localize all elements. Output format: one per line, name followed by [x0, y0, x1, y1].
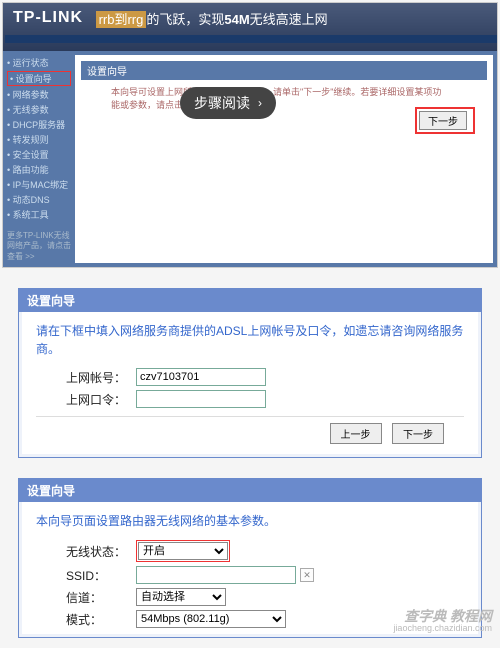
sidebar-item[interactable]: • 设置向导 — [7, 71, 71, 86]
channel-select[interactable]: 自动选择 — [136, 588, 226, 606]
wireless-state-label: 无线状态： — [66, 543, 136, 560]
banner: TP-LINK rrb到rrg的飞跃，实现54M无线高速上网 — [3, 3, 497, 51]
sidebar-item[interactable]: • 动态DNS — [7, 192, 71, 207]
step-read-overlay[interactable]: 步骤阅读 › — [180, 87, 276, 119]
ssid-label: SSID： — [66, 567, 136, 584]
sidebar-item[interactable]: • 路由功能 — [7, 162, 71, 177]
clear-icon[interactable]: ✕ — [300, 568, 314, 582]
adsl-wizard-panel: 设置向导 请在下框中填入网络服务商提供的ADSL上网帐号及口令，如遗忘请咨询网络… — [18, 288, 482, 458]
logo: TP-LINK — [5, 5, 91, 31]
wizard-title: 设置向导 — [81, 61, 487, 80]
sidebar-item[interactable]: • 系统工具 — [7, 207, 71, 222]
router-admin-panel: TP-LINK rrb到rrg的飞跃，实现54M无线高速上网 • 运行状态• 设… — [2, 2, 498, 268]
wizard-pane: 设置向导 本向导可设置上网所需的基本网络参数，请单击"下一步"继续。若要详细设置… — [75, 55, 493, 263]
overlay-text: 步骤阅读 — [194, 93, 250, 113]
wireless-state-highlight: 开启 — [136, 540, 230, 562]
next-button[interactable]: 下一步 — [392, 423, 444, 444]
ssid-input[interactable] — [136, 566, 296, 584]
sidebar-footer[interactable]: 更多TP-LINK无线网络产品，请点击查看 >> — [7, 230, 71, 263]
account-input[interactable] — [136, 368, 266, 386]
watermark-baidu: Baidu 经验jingyan.baidu.com — [419, 237, 487, 259]
panel2-desc: 请在下框中填入网络服务商提供的ADSL上网帐号及口令，如遗忘请咨询网络服务商。 — [36, 322, 464, 358]
sidebar-item[interactable]: • 无线参数 — [7, 102, 71, 117]
chevron-right-icon: › — [258, 96, 262, 110]
channel-label: 信道： — [66, 589, 136, 606]
form-row: 上网帐号： — [66, 368, 464, 386]
field-label: 上网帐号： — [66, 369, 136, 386]
sidebar-item[interactable]: • IP与MAC绑定 — [7, 177, 71, 192]
mode-label: 模式： — [66, 611, 136, 628]
mode-select[interactable]: 54Mbps (802.11g) — [136, 610, 286, 628]
sidebar: • 运行状态• 设置向导• 网络参数• 无线参数• DHCP服务器• 转发规则•… — [3, 51, 75, 267]
next-button[interactable]: 下一步 — [419, 111, 467, 130]
field-label: 上网口令： — [66, 391, 136, 408]
next-highlight-box: 下一步 — [415, 107, 475, 134]
panel2-title: 设置向导 — [19, 289, 481, 312]
prev-button[interactable]: 上一步 — [330, 423, 382, 444]
sidebar-item[interactable]: • 运行状态 — [7, 55, 71, 70]
panel3-desc: 本向导页面设置路由器无线网络的基本参数。 — [36, 512, 464, 530]
slogan: rrb到rrg的飞跃，实现54M无线高速上网 — [96, 5, 328, 28]
password-input[interactable] — [136, 390, 266, 408]
sidebar-item[interactable]: • DHCP服务器 — [7, 117, 71, 132]
form-row: 上网口令： — [66, 390, 464, 408]
sidebar-item[interactable]: • 安全设置 — [7, 147, 71, 162]
panel3-title: 设置向导 — [19, 479, 481, 502]
sidebar-item[interactable]: • 转发规则 — [7, 132, 71, 147]
sidebar-item[interactable]: • 网络参数 — [7, 87, 71, 102]
watermark-chazidian: 查字典 教程网jiaocheng.chazidian.com — [393, 609, 492, 634]
wireless-state-select[interactable]: 开启 — [138, 542, 228, 560]
